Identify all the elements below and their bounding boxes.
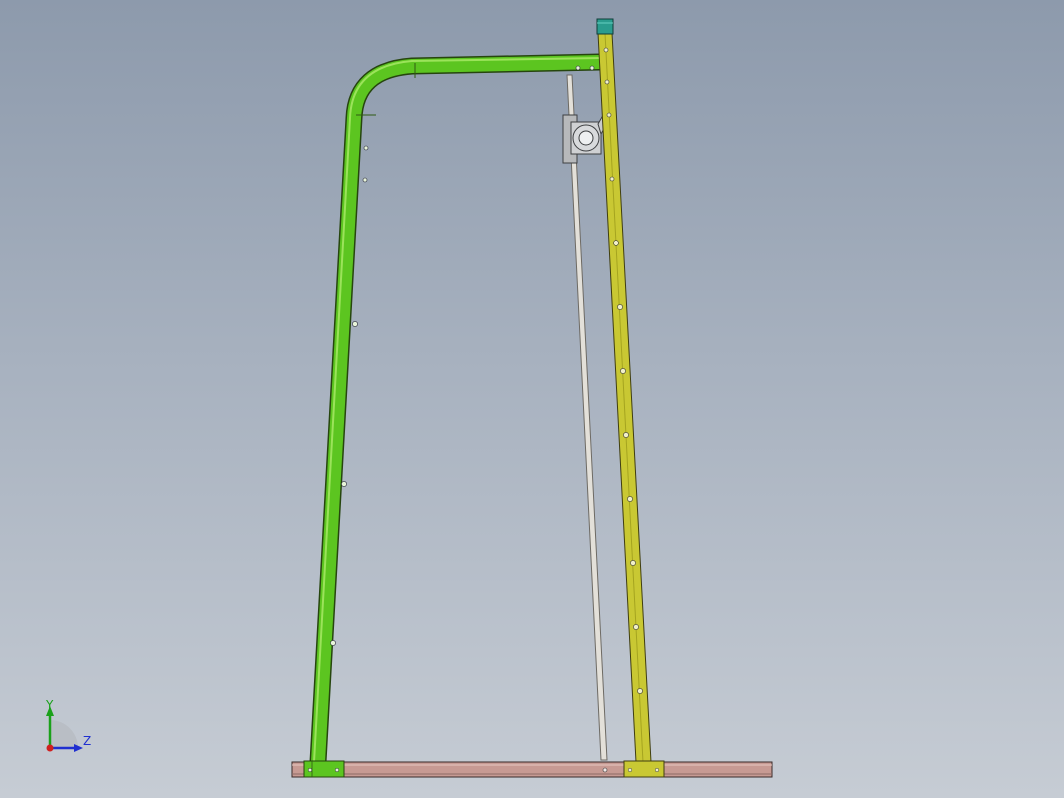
mounting-plate-left bbox=[303, 760, 345, 778]
triad-plane bbox=[50, 720, 78, 748]
y-axis-label: Y bbox=[45, 698, 54, 712]
orientation-triad[interactable]: Y Z bbox=[40, 698, 100, 758]
base-rail bbox=[291, 761, 773, 778]
cad-viewport[interactable] bbox=[0, 0, 1064, 798]
teal-end-cap bbox=[596, 18, 614, 35]
mounting-plate-right bbox=[623, 760, 665, 778]
x-axis-dot bbox=[46, 744, 54, 752]
green-frame-tube bbox=[309, 53, 601, 763]
vertical-guide-rod bbox=[566, 74, 608, 761]
z-axis-arrow-head bbox=[74, 744, 83, 752]
z-axis-label: Z bbox=[83, 734, 91, 748]
yellow-upright-post bbox=[597, 32, 652, 763]
